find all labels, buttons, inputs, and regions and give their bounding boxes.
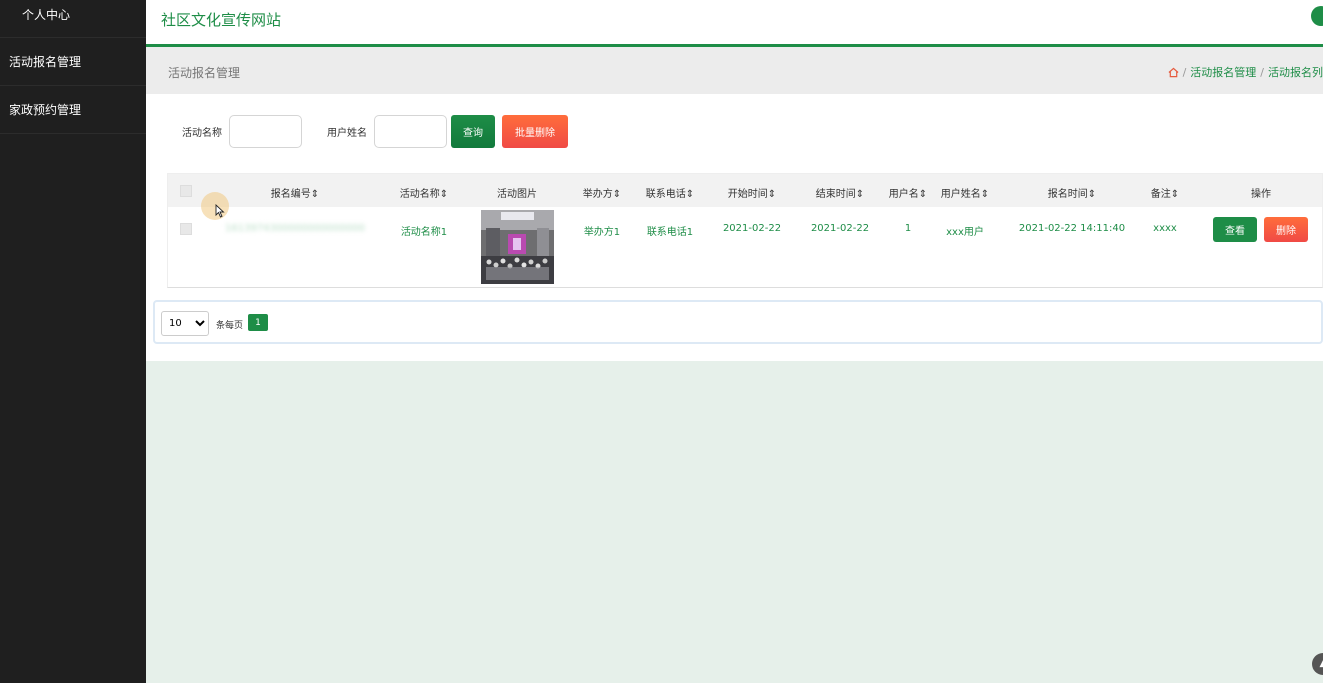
cell-end-time: 2021-02-22	[810, 223, 870, 234]
cell-remark: xxxx	[1153, 223, 1177, 234]
activity-image[interactable]	[481, 210, 554, 284]
sort-icon: ⇕	[767, 189, 777, 200]
home-icon[interactable]	[1168, 67, 1179, 78]
breadcrumb-link-activity-signup[interactable]: 活动报名管理	[1190, 64, 1256, 80]
breadcrumb-current: 活动报名列	[1268, 66, 1323, 79]
activity-name-label: 活动名称	[182, 128, 222, 139]
cell-activity-name: 活动名称1	[400, 227, 448, 238]
sidebar-item-label: 家政预约管理	[9, 103, 82, 117]
sidebar-item-personal-center[interactable]: 个人中心	[0, 0, 146, 38]
column-header-remark[interactable]: 备注⇕	[1151, 185, 1179, 200]
activity-photo-icon	[481, 210, 554, 284]
cell-user-fullname: xxx用户	[946, 227, 984, 238]
user-avatar-icon[interactable]	[1311, 6, 1323, 26]
cell-id: 1613974300000000000000	[225, 223, 365, 234]
sidebar-item-activity-signup[interactable]: 活动报名管理	[0, 38, 146, 86]
query-button[interactable]: 查询	[451, 115, 495, 148]
column-header-signup-time[interactable]: 报名时间⇕	[1048, 185, 1096, 200]
column-header-activity-image: 活动图片	[497, 189, 537, 200]
cell-organizer: 举办方1	[583, 227, 621, 238]
cell-username: 1	[904, 223, 912, 234]
sidebar-item-housekeeping[interactable]: 家政预约管理	[0, 86, 146, 134]
pagination: 10 条每页 1	[153, 300, 1323, 344]
sort-icon: ⇕	[980, 189, 990, 200]
site-title: 社区文化宣传网站	[161, 11, 282, 29]
sort-icon: ⇕	[1087, 189, 1097, 200]
column-header-organizer[interactable]: 举办方⇕	[583, 185, 621, 200]
breadcrumb: / 活动报名管理 / 活动报名列	[1168, 64, 1323, 80]
sort-icon: ⇕	[1170, 189, 1180, 200]
signup-table: 报名编号⇕ 活动名称⇕ 活动图片 举办方⇕ 联系电话⇕ 开始时间⇕ 结束时间⇕ …	[167, 173, 1323, 288]
page-number-current[interactable]: 1	[248, 314, 268, 331]
column-header-start-time[interactable]: 开始时间⇕	[728, 185, 776, 200]
view-button[interactable]: 查看	[1213, 217, 1257, 242]
sidebar-item-label: 活动报名管理	[9, 55, 82, 69]
delete-button[interactable]: 删除	[1264, 217, 1308, 242]
column-header-end-time[interactable]: 结束时间⇕	[816, 185, 864, 200]
bulk-delete-button[interactable]: 批量删除	[502, 115, 568, 148]
scroll-to-top-icon[interactable]: ▲	[1312, 653, 1323, 675]
sidebar: 个人中心 活动报名管理 家政预约管理	[0, 0, 146, 683]
column-header-actions: 操作	[1251, 189, 1271, 200]
table-header: 报名编号⇕ 活动名称⇕ 活动图片 举办方⇕ 联系电话⇕ 开始时间⇕ 结束时间⇕ …	[168, 174, 1322, 207]
column-header-id[interactable]: 报名编号⇕	[271, 185, 319, 200]
cell-start-time: 2021-02-22	[722, 223, 782, 234]
row-checkbox[interactable]	[180, 223, 192, 235]
column-header-username[interactable]: 用户名⇕	[889, 185, 927, 200]
sort-icon: ⇕	[855, 189, 865, 200]
column-header-user-fullname[interactable]: 用户姓名⇕	[941, 185, 989, 200]
column-header-phone[interactable]: 联系电话⇕	[646, 185, 694, 200]
sort-icon: ⇕	[439, 189, 449, 200]
breadcrumb-bar: 活动报名管理 / 活动报名管理 / 活动报名列	[146, 47, 1323, 94]
page-size-select[interactable]: 10	[161, 311, 209, 336]
activity-name-input[interactable]	[229, 115, 302, 148]
column-header-activity-name[interactable]: 活动名称⇕	[400, 185, 448, 200]
breadcrumb-separator: /	[1260, 65, 1264, 79]
user-fullname-input[interactable]	[374, 115, 447, 148]
user-fullname-label: 用户姓名	[327, 128, 367, 139]
breadcrumb-separator: /	[1182, 65, 1187, 79]
top-header: 社区文化宣传网站	[146, 0, 1323, 47]
sort-icon: ⇕	[685, 189, 695, 200]
cell-signup-time: 2021-02-22 14:11:40	[1018, 223, 1126, 234]
sort-icon: ⇕	[310, 189, 320, 200]
cell-phone: 联系电话1	[646, 227, 694, 238]
sort-icon: ⇕	[612, 189, 622, 200]
select-all-checkbox[interactable]	[180, 185, 192, 197]
page-title: 活动报名管理	[168, 66, 241, 80]
search-form: 活动名称 用户姓名 查询 批量删除	[182, 115, 568, 148]
mouse-cursor-icon	[215, 204, 225, 218]
sort-icon: ⇕	[918, 189, 928, 200]
per-page-label: 条每页	[216, 321, 244, 331]
sidebar-item-label: 个人中心	[22, 8, 71, 22]
